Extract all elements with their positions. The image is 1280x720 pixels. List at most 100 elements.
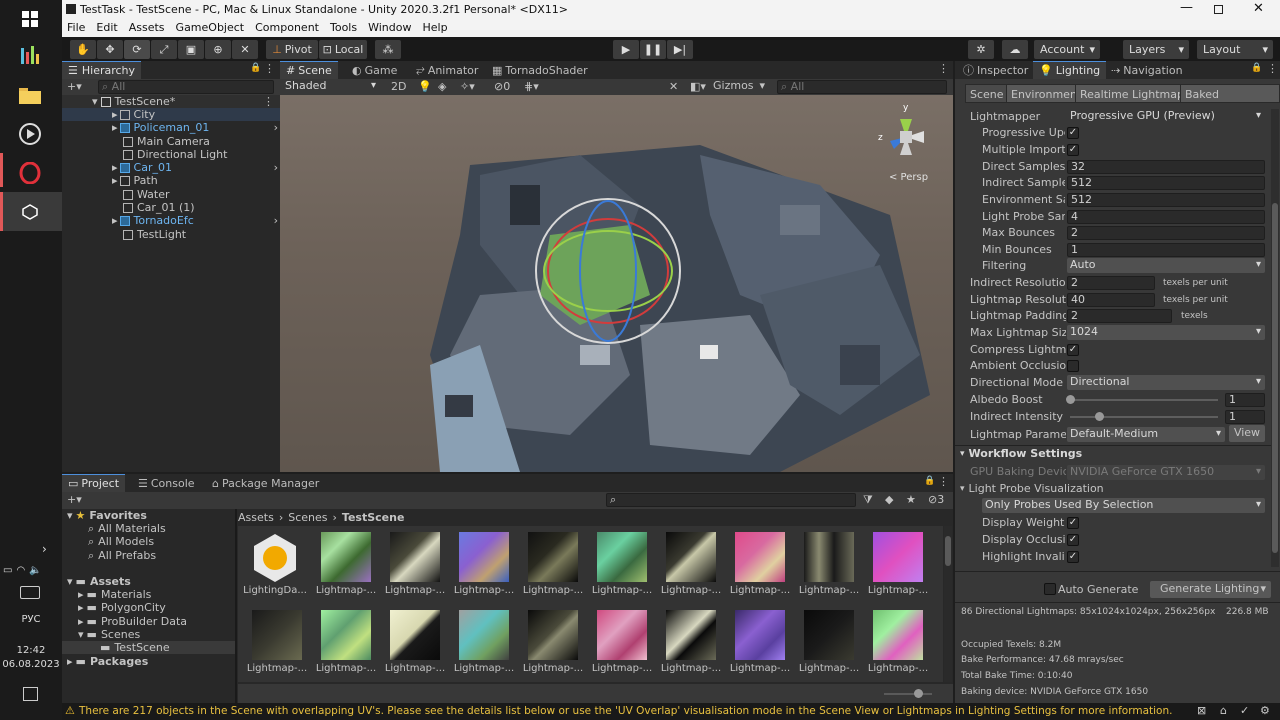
collab-icon[interactable]: ✲ <box>968 40 994 59</box>
kebab-menu-icon[interactable]: ⋮ <box>1267 62 1278 75</box>
windows-start-icon[interactable] <box>15 4 45 34</box>
opera-icon[interactable] <box>15 158 45 188</box>
lightmap-padding-field[interactable]: 2 <box>1067 309 1172 323</box>
kebab-menu-icon[interactable]: ⋮ <box>938 62 949 75</box>
debug-icon[interactable]: ⚙ <box>1260 704 1270 717</box>
hierarchy-item-path[interactable]: ▸ Path <box>112 174 158 187</box>
lightmapper-dropdown[interactable]: Progressive GPU (Preview) <box>1067 109 1265 124</box>
probe-samples-field[interactable]: 4 <box>1067 210 1265 224</box>
grid-toggle-icon[interactable]: ⋕▾ <box>524 80 539 93</box>
minimize-icon[interactable]: — <box>1180 0 1193 15</box>
grid-snap-icon[interactable]: ⁂ <box>375 40 401 59</box>
create-button[interactable]: +▾ <box>67 493 82 506</box>
clock-time[interactable]: 12:42 <box>0 645 62 656</box>
menu-file[interactable]: File <box>67 21 85 34</box>
direct-samples-field[interactable]: 32 <box>1067 160 1265 174</box>
hierarchy-item-water[interactable]: Water <box>123 188 170 201</box>
tab-lighting[interactable]: 💡 Lighting <box>1033 61 1107 79</box>
lighting-tab-realtime[interactable]: Realtime Lightmaps <box>1075 84 1195 103</box>
assets-foldout[interactable]: ▾ ▬ Assets <box>67 575 131 588</box>
lightmap-thumbnail[interactable] <box>459 532 509 582</box>
auto-generate-status-icon[interactable]: ⊠ <box>1197 704 1206 717</box>
hierarchy-item-tornado[interactable]: ▸ TornadoEfc › <box>112 214 278 227</box>
display-occlusion-checkbox[interactable]: ✓ <box>1067 534 1079 546</box>
fx-toggle-icon[interactable]: ✧▾ <box>460 80 475 93</box>
step-icon[interactable]: ▶| <box>667 40 693 59</box>
lightmap-thumbnail[interactable] <box>390 610 440 660</box>
compress-lightmaps-checkbox[interactable]: ✓ <box>1067 344 1079 356</box>
status-bar[interactable]: ⚠ There are 217 objects in the Scene wit… <box>62 703 1280 720</box>
folder-testscene[interactable]: ▬ TestScene <box>100 641 170 654</box>
layout-dropdown[interactable]: Layout ▾ <box>1197 40 1273 59</box>
lighting-toggle-icon[interactable]: 💡 <box>418 80 432 93</box>
scene-search-input[interactable]: ⌕ All <box>777 80 947 94</box>
tray-icons[interactable]: ▭ ◠ 🔈 <box>3 565 42 576</box>
hierarchy-item-main-camera[interactable]: Main Camera <box>123 135 210 148</box>
lightmap-thumbnail[interactable] <box>528 532 578 582</box>
lightmap-thumbnail[interactable] <box>804 532 854 582</box>
probe-visualization-dropdown[interactable]: Only Probes Used By Selection <box>982 498 1265 513</box>
rotate-tool-icon[interactable]: ⟳ <box>124 40 150 59</box>
hierarchy-search-input[interactable]: ⌕ All <box>98 80 274 94</box>
lightmap-thumbnail[interactable] <box>390 532 440 582</box>
display-weights-checkbox[interactable]: ✓ <box>1067 517 1079 529</box>
tab-game[interactable]: ◐ Game <box>346 61 403 79</box>
lightmap-thumbnail[interactable] <box>804 610 854 660</box>
max-lightmap-size-dropdown[interactable]: 1024 <box>1067 325 1265 340</box>
keyboard-icon[interactable] <box>20 586 40 599</box>
add-button[interactable]: +▾ <box>67 80 82 93</box>
breadcrumb-assets[interactable]: Assets <box>238 511 274 524</box>
hierarchy-item-directional-light[interactable]: Directional Light <box>123 148 227 161</box>
ambient-occlusion-checkbox[interactable] <box>1067 360 1079 372</box>
folder-probuilder-data[interactable]: ▸ ▬ ProBuilder Data <box>78 615 187 628</box>
tab-package-manager[interactable]: ⌂ Package Manager <box>206 474 325 492</box>
tab-navigation[interactable]: ⇢ Navigation <box>1105 61 1189 79</box>
unity-icon[interactable] <box>15 197 45 227</box>
indirect-resolution-field[interactable]: 2 <box>1067 276 1155 290</box>
kebab-menu-icon[interactable]: ⋮ <box>938 475 949 488</box>
highlight-invalid-checkbox[interactable]: ✓ <box>1067 551 1079 563</box>
hidden-packages-badge[interactable]: ⊘3 <box>928 493 944 506</box>
multiple-importance-checkbox[interactable]: ✓ <box>1067 144 1079 156</box>
breadcrumb-testscene[interactable]: TestScene <box>342 511 405 524</box>
hand-tool-icon[interactable]: ✋ <box>70 40 96 59</box>
workflow-settings-foldout[interactable]: ▾ Workflow Settings <box>960 446 1082 461</box>
app-icon[interactable] <box>15 40 45 70</box>
folder-scenes[interactable]: ▾ ▬ Scenes <box>78 628 140 641</box>
lightmap-thumbnail[interactable] <box>321 610 371 660</box>
gizmos-dropdown[interactable]: Gizmos ▾ <box>713 79 773 95</box>
breadcrumb-scenes[interactable]: Scenes <box>288 511 327 524</box>
scrollbar[interactable] <box>1271 109 1279 567</box>
menu-window[interactable]: Window <box>368 21 411 34</box>
menu-tools[interactable]: Tools <box>330 21 357 34</box>
lightmap-thumbnail[interactable] <box>321 532 371 582</box>
hierarchy-item-car01[interactable]: ▸ Car_01 › <box>112 161 278 174</box>
hierarchy-item-policeman[interactable]: ▸ Policeman_01 › <box>112 121 278 134</box>
tab-console[interactable]: ☰ Console <box>132 474 201 492</box>
language-indicator[interactable]: РУС <box>0 614 62 625</box>
lightmap-thumbnail[interactable] <box>597 532 647 582</box>
lock-icon[interactable]: 🔒 <box>1251 63 1262 73</box>
directional-mode-dropdown[interactable]: Directional <box>1067 375 1265 390</box>
shading-mode-dropdown[interactable]: Shaded <box>282 79 380 94</box>
tab-project[interactable]: ▭ Project <box>62 474 126 492</box>
close-icon[interactable]: ✕ <box>1253 1 1264 16</box>
tab-tornado-shader[interactable]: ▦ TornadoShader <box>486 61 594 79</box>
maximize-icon[interactable] <box>1214 5 1223 14</box>
light-probe-visualization-foldout[interactable]: ▾ Light Probe Visualization <box>960 481 1104 496</box>
generate-lighting-button[interactable]: Generate Lighting ▾ <box>1150 581 1271 598</box>
lightmap-thumbnail[interactable] <box>597 610 647 660</box>
project-scrollbar[interactable] <box>944 526 952 682</box>
lighting-data-icon[interactable] <box>250 532 300 582</box>
tab-hierarchy[interactable]: ☰ Hierarchy <box>62 61 142 79</box>
max-bounces-field[interactable]: 2 <box>1067 226 1265 240</box>
tools-icon[interactable]: ✕ <box>669 80 678 93</box>
packages-foldout[interactable]: ▸ ▬ Packages <box>67 655 148 668</box>
lightmap-thumbnail[interactable] <box>666 610 716 660</box>
lightmap-thumbnail[interactable] <box>873 532 923 582</box>
progress-icon[interactable]: ✓ <box>1240 704 1249 717</box>
environment-samples-field[interactable]: 512 <box>1067 193 1265 207</box>
lightmap-thumbnail[interactable] <box>459 610 509 660</box>
audio-toggle-icon[interactable]: ◈ <box>438 80 446 93</box>
account-dropdown[interactable]: Account ▾ <box>1034 40 1100 59</box>
